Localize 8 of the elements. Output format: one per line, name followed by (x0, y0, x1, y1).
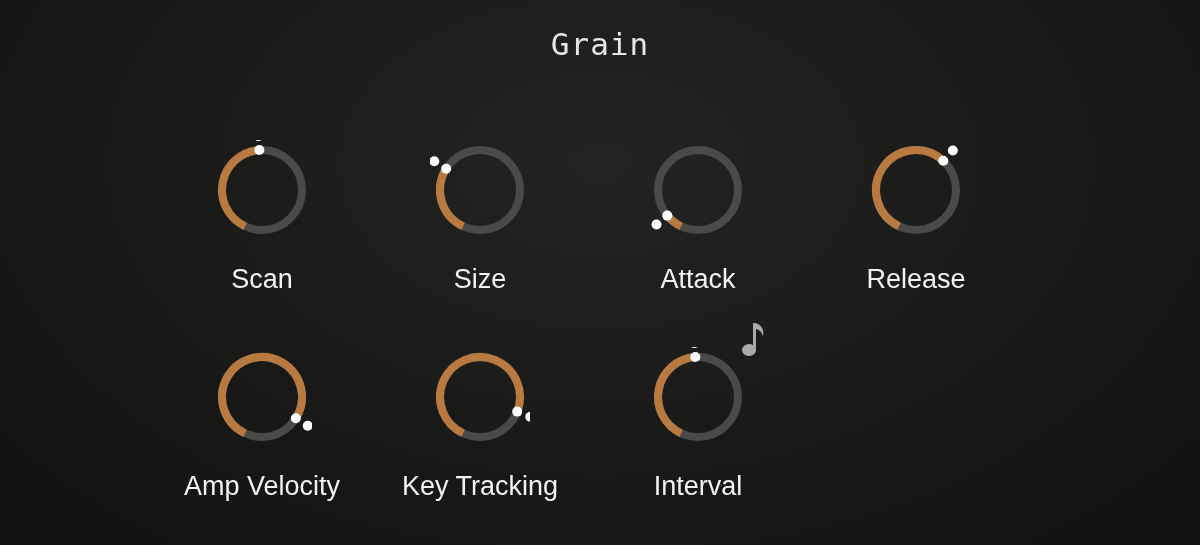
knob-label: Attack (660, 264, 736, 295)
knob-label: Size (453, 264, 507, 295)
section-title: Grain (550, 26, 650, 62)
knob-label: Interval (653, 471, 743, 502)
knob-label: Key Tracking (401, 471, 559, 502)
knob-label: Amp Velocity (183, 471, 341, 502)
knob-label: Release (866, 264, 966, 295)
knob-label: Scan (231, 264, 293, 295)
